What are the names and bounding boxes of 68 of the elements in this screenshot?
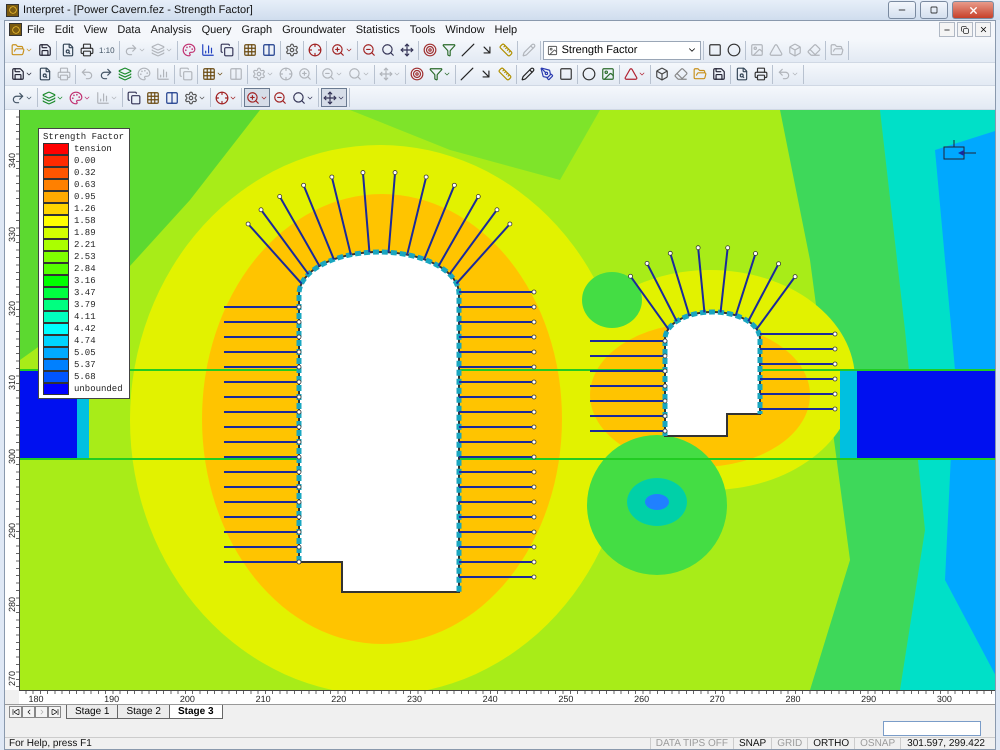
menu-item[interactable]: Groundwater xyxy=(277,24,351,36)
status-indicator: SNAP xyxy=(732,738,772,749)
legend-label: 2.53 xyxy=(74,252,96,262)
axis-label: 230 xyxy=(406,694,424,704)
legend-label: 1.89 xyxy=(74,228,96,238)
axis-label: 270 xyxy=(7,672,17,686)
legend-title: Strength Factor xyxy=(43,132,125,142)
axis-label: 240 xyxy=(482,694,499,704)
stage-tab[interactable]: Stage 3 xyxy=(168,705,223,720)
legend-label: 1.26 xyxy=(74,204,96,214)
legend-label: 3.47 xyxy=(74,288,96,298)
menu-item[interactable]: Statistics xyxy=(350,24,405,36)
window-title: Interpret - [Power Cavern.fez - Strength Factor] xyxy=(23,4,254,16)
legend-label: 4.11 xyxy=(74,312,96,322)
menu-item[interactable]: Window xyxy=(440,24,490,36)
legend-label: 2.84 xyxy=(74,264,96,274)
axis-label: 190 xyxy=(103,694,120,704)
menu-item[interactable]: Tools xyxy=(404,24,440,36)
menu-item[interactable]: Data xyxy=(112,24,146,36)
status-indicator: DATA TIPS OFF xyxy=(650,738,733,749)
stage-tab[interactable]: Stage 2 xyxy=(117,705,170,720)
legend-label: 0.00 xyxy=(74,156,96,166)
legend-label: 5.37 xyxy=(74,360,96,370)
menu-item[interactable]: Query xyxy=(196,24,237,36)
axis-label: 220 xyxy=(330,694,348,704)
axis-label: 210 xyxy=(254,694,272,704)
help-text: For Help, press F1 xyxy=(9,738,93,749)
legend-label: unbounded xyxy=(74,384,123,394)
menu-item[interactable]: Analysis xyxy=(146,24,197,36)
status-indicator: ORTHO xyxy=(807,738,854,749)
legend-label: 4.74 xyxy=(74,336,96,346)
axis-label: 280 xyxy=(7,598,17,612)
axis-label: 180 xyxy=(27,694,45,704)
axis-label: 310 xyxy=(7,376,17,390)
legend-label: 2.21 xyxy=(74,240,96,250)
legend-label: 3.16 xyxy=(74,276,96,286)
axis-label: 260 xyxy=(633,694,650,704)
axis-label: 200 xyxy=(178,694,196,704)
stage-tab[interactable]: Stage 1 xyxy=(66,705,118,720)
legend-label: 5.68 xyxy=(74,372,96,382)
legend-label: 3.79 xyxy=(74,300,96,310)
axis-label: 330 xyxy=(7,228,17,242)
status-indicator: GRID xyxy=(771,738,808,749)
menu-item[interactable]: Help xyxy=(490,24,522,36)
axis-label: 270 xyxy=(708,694,726,704)
menu-item[interactable]: File xyxy=(22,24,50,36)
axis-label: 250 xyxy=(557,694,574,704)
view-select[interactable]: Strength Factor xyxy=(542,40,701,60)
legend-label: 0.63 xyxy=(74,180,96,190)
axis-label: 300 xyxy=(936,694,953,704)
coordinates: 301.597, 299.422 xyxy=(900,738,991,749)
axis-label: 280 xyxy=(784,694,802,704)
legend-label: 1.58 xyxy=(74,216,96,226)
axis-label: 340 xyxy=(7,154,17,168)
legend-label: 0.95 xyxy=(74,192,96,202)
menu-item[interactable]: Graph xyxy=(236,24,278,36)
status-indicator: OSNAP xyxy=(854,738,900,749)
legend-label: tension xyxy=(74,144,112,154)
scale-button[interactable]: 1:10 xyxy=(97,40,117,60)
legend-label: 0.32 xyxy=(74,168,96,178)
axis-label: 290 xyxy=(7,524,17,538)
menu-item[interactable]: Edit xyxy=(50,24,79,36)
axis-label: 300 xyxy=(7,450,17,464)
legend-label: 5.05 xyxy=(74,348,96,358)
legend-label: 4.42 xyxy=(74,324,96,334)
axis-label: 320 xyxy=(7,302,17,316)
menu-item[interactable]: View xyxy=(78,24,112,36)
axis-label: 290 xyxy=(860,694,878,704)
